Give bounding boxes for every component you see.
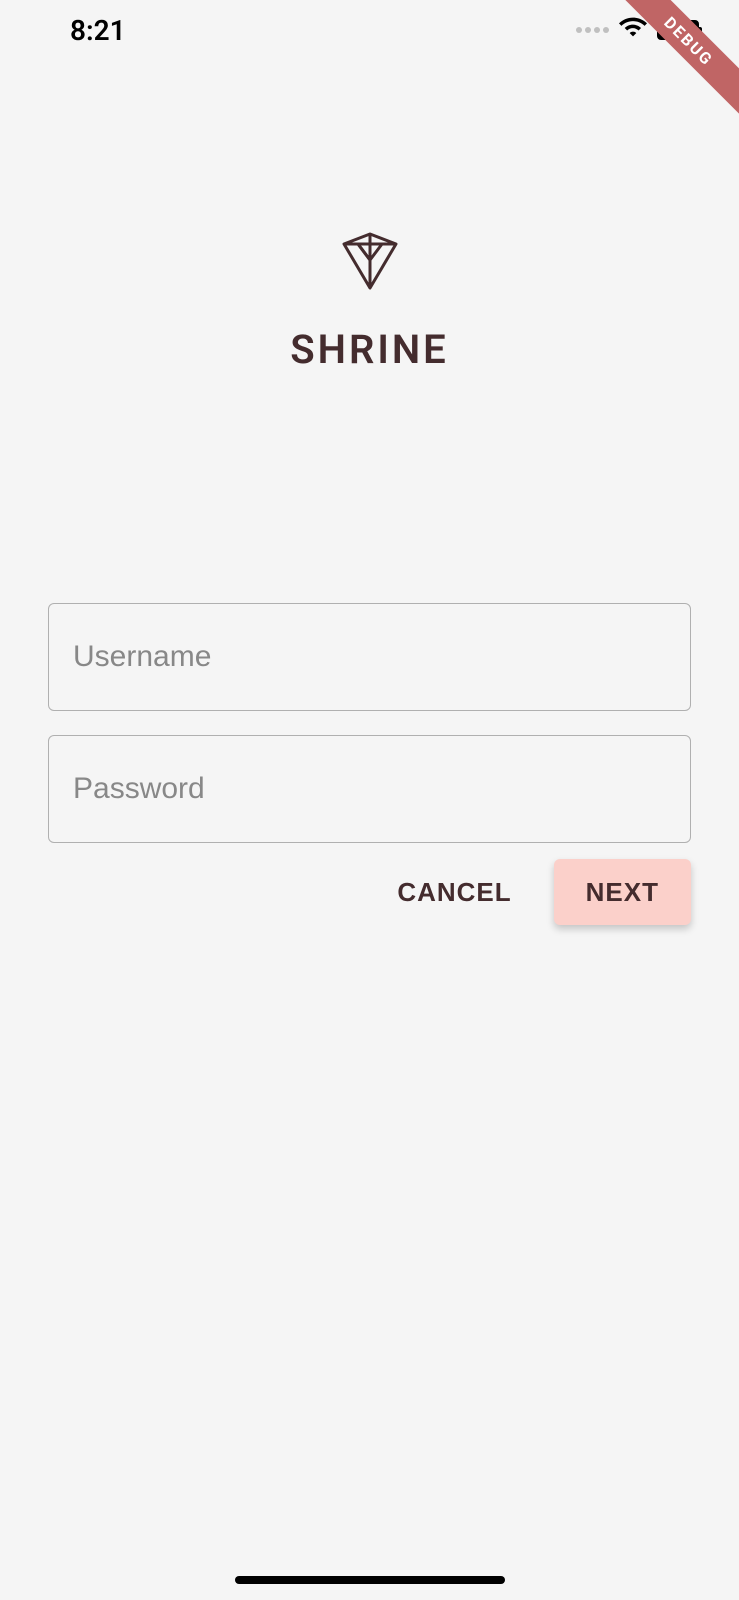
login-content: SHRINE CANCEL NEXT	[0, 60, 739, 925]
username-input[interactable]	[48, 603, 691, 711]
cancel-button[interactable]: CANCEL	[373, 859, 535, 925]
logo-section: SHRINE	[48, 230, 691, 373]
password-input[interactable]	[48, 735, 691, 843]
status-bar: 8:21	[0, 0, 739, 60]
button-row: CANCEL NEXT	[48, 859, 691, 925]
next-button[interactable]: NEXT	[554, 859, 691, 925]
status-time: 8:21	[70, 14, 126, 47]
cellular-icon	[576, 27, 609, 33]
home-indicator[interactable]	[235, 1576, 505, 1584]
brand-title: SHRINE	[290, 326, 449, 373]
login-form: CANCEL NEXT	[48, 603, 691, 925]
diamond-icon	[340, 230, 400, 296]
